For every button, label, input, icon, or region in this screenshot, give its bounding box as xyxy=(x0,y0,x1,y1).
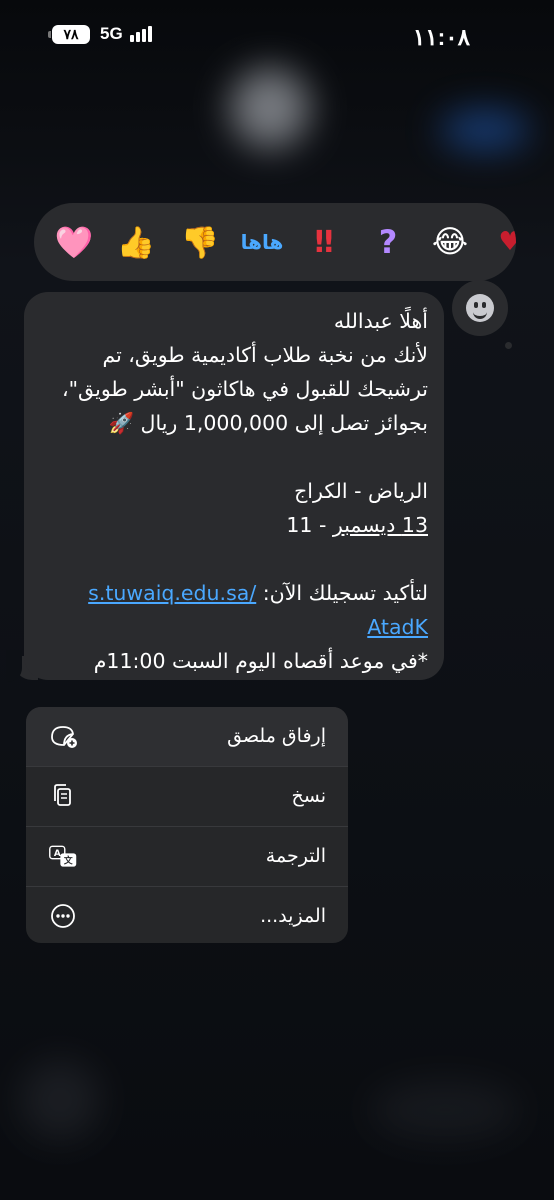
message-line: *في موعد أقصاه اليوم السبت 11:00م xyxy=(93,649,428,673)
register-link-continued[interactable]: AtadK xyxy=(367,615,428,639)
register-label: لتأكيد تسجيلك الآن: xyxy=(256,581,428,605)
menu-item-label: الترجمة xyxy=(265,845,326,867)
date-line: 11 - 13 ديسمبر xyxy=(38,508,428,542)
exclamation-reaction-icon[interactable]: ‼ xyxy=(294,203,354,281)
signal-icon xyxy=(129,26,154,42)
menu-item-more[interactable]: المزيد... xyxy=(26,887,348,943)
menu-item-label: المزيد... xyxy=(260,905,326,927)
thumbs-up-reaction-icon[interactable]: 👍 xyxy=(106,203,166,281)
heart-reaction-icon[interactable]: 🩷 xyxy=(44,203,104,281)
add-reaction-button[interactable] xyxy=(452,280,508,336)
menu-item-copy[interactable]: نسخ xyxy=(26,767,348,827)
background-blur xyxy=(370,1080,520,1140)
message-line: ترشيحك للقبول في هاكاثون "أبشر طويق"، xyxy=(61,377,428,401)
menu-item-add-sticker[interactable]: إرفاق ملصق xyxy=(26,707,348,767)
date-start: 11 - xyxy=(286,513,333,537)
screen: ٧٨ 5G ١١:٠٨ 🩷 👍 👎 هاها ‼ ? 😂 ♥ أهلًا عبد… xyxy=(0,0,554,1200)
haha-reaction[interactable]: هاها xyxy=(232,203,292,281)
reaction-tail xyxy=(505,342,512,349)
context-menu: إرفاق ملصق نسخ الترجمة A文 المزيد... xyxy=(26,707,348,943)
reaction-bar: 🩷 👍 👎 هاها ‼ ? 😂 ♥ xyxy=(34,203,516,281)
smiley-icon xyxy=(466,294,494,322)
thumbs-down-reaction-icon[interactable]: 👎 xyxy=(170,203,230,281)
status-time: ١١:٠٨ xyxy=(412,24,470,50)
register-link-line: AtadK xyxy=(38,610,428,644)
background-blur xyxy=(440,110,530,150)
translate-icon: A文 xyxy=(48,841,78,871)
svg-text:文: 文 xyxy=(64,855,73,867)
bubble-tail-mask xyxy=(6,650,22,682)
more-icon xyxy=(48,901,78,931)
copy-icon xyxy=(48,781,78,811)
laughing-reaction-icon[interactable]: 😂 xyxy=(420,203,480,281)
status-indicators: ٧٨ 5G xyxy=(48,24,154,44)
message-line: أهلًا عبدالله xyxy=(333,309,428,333)
menu-item-label: نسخ xyxy=(291,785,326,807)
svg-text:A: A xyxy=(54,849,61,859)
background-blur xyxy=(20,1060,100,1140)
sticker-add-icon xyxy=(48,721,78,751)
register-line: لتأكيد تسجيلك الآن: s.tuwaiq.edu.sa/ xyxy=(38,576,428,610)
message-line: الرياض - الكراج xyxy=(294,479,428,503)
register-link[interactable]: s.tuwaiq.edu.sa/ xyxy=(88,581,256,605)
partial-reaction-icon[interactable]: ♥ xyxy=(480,203,516,281)
network-type: 5G xyxy=(100,24,123,43)
message-line: بجوائز تصل إلى 1,000,000 ريال 🚀 xyxy=(108,411,428,435)
menu-item-label: إرفاق ملصق xyxy=(227,725,326,747)
question-reaction-icon[interactable]: ? xyxy=(358,203,418,281)
menu-item-translate[interactable]: الترجمة A文 xyxy=(26,827,348,887)
message-line: لأنك من نخبة طلاب أكاديمية طويق، تم xyxy=(102,343,428,367)
background-blur xyxy=(230,68,310,148)
battery-icon: ٧٨ xyxy=(48,24,90,44)
message-text: أهلًا عبدالله لأنك من نخبة طلاب أكاديمية… xyxy=(38,304,428,678)
date-link[interactable]: 13 ديسمبر xyxy=(333,513,428,537)
